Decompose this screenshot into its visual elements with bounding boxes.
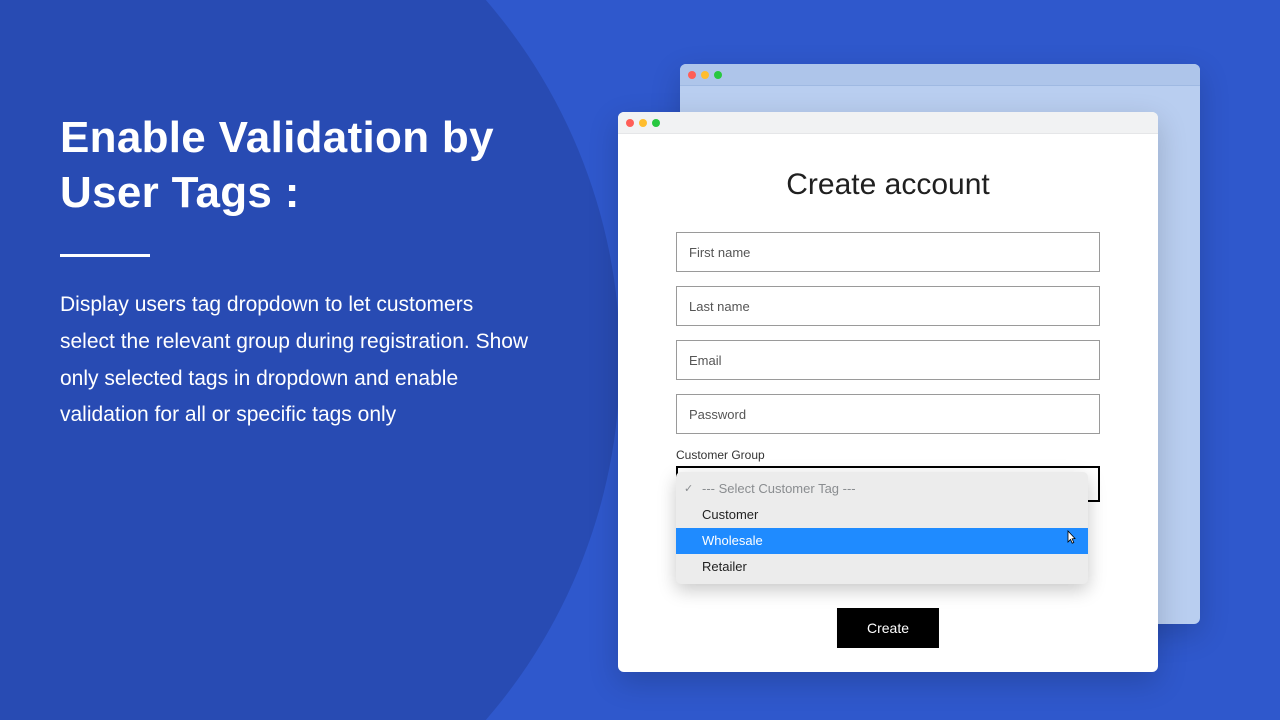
close-icon[interactable]	[626, 119, 634, 127]
titlebar-back	[680, 64, 1200, 86]
close-icon[interactable]	[688, 71, 696, 79]
dropdown-option-label: Wholesale	[702, 533, 763, 548]
customer-group-label: Customer Group	[676, 448, 1100, 462]
cursor-icon	[1064, 530, 1078, 551]
dropdown-option-retailer[interactable]: Retailer	[676, 554, 1088, 580]
dropdown-option-wholesale[interactable]: Wholesale	[676, 528, 1088, 554]
divider	[60, 254, 150, 257]
create-account-form: Create account First name Last name Emai…	[618, 134, 1158, 502]
body-text: Display users tag dropdown to let custom…	[60, 287, 530, 434]
headline: Enable Validation by User Tags :	[60, 110, 550, 220]
maximize-icon[interactable]	[714, 71, 722, 79]
create-button[interactable]: Create	[837, 608, 939, 648]
customer-group-select[interactable]: --- Select Customer Tag --- Customer Who…	[676, 466, 1100, 502]
last-name-input[interactable]: Last name	[676, 286, 1100, 326]
form-title: Create account	[676, 168, 1100, 202]
first-name-input[interactable]: First name	[676, 232, 1100, 272]
customer-group-dropdown[interactable]: --- Select Customer Tag --- Customer Who…	[676, 472, 1088, 584]
marketing-copy: Enable Validation by User Tags : Display…	[60, 110, 550, 434]
minimize-icon[interactable]	[701, 71, 709, 79]
minimize-icon[interactable]	[639, 119, 647, 127]
password-input[interactable]: Password	[676, 394, 1100, 434]
titlebar-front	[618, 112, 1158, 134]
window-front: Create account First name Last name Emai…	[618, 112, 1158, 672]
dropdown-option-customer[interactable]: Customer	[676, 502, 1088, 528]
dropdown-placeholder[interactable]: --- Select Customer Tag ---	[676, 476, 1088, 502]
maximize-icon[interactable]	[652, 119, 660, 127]
email-input[interactable]: Email	[676, 340, 1100, 380]
